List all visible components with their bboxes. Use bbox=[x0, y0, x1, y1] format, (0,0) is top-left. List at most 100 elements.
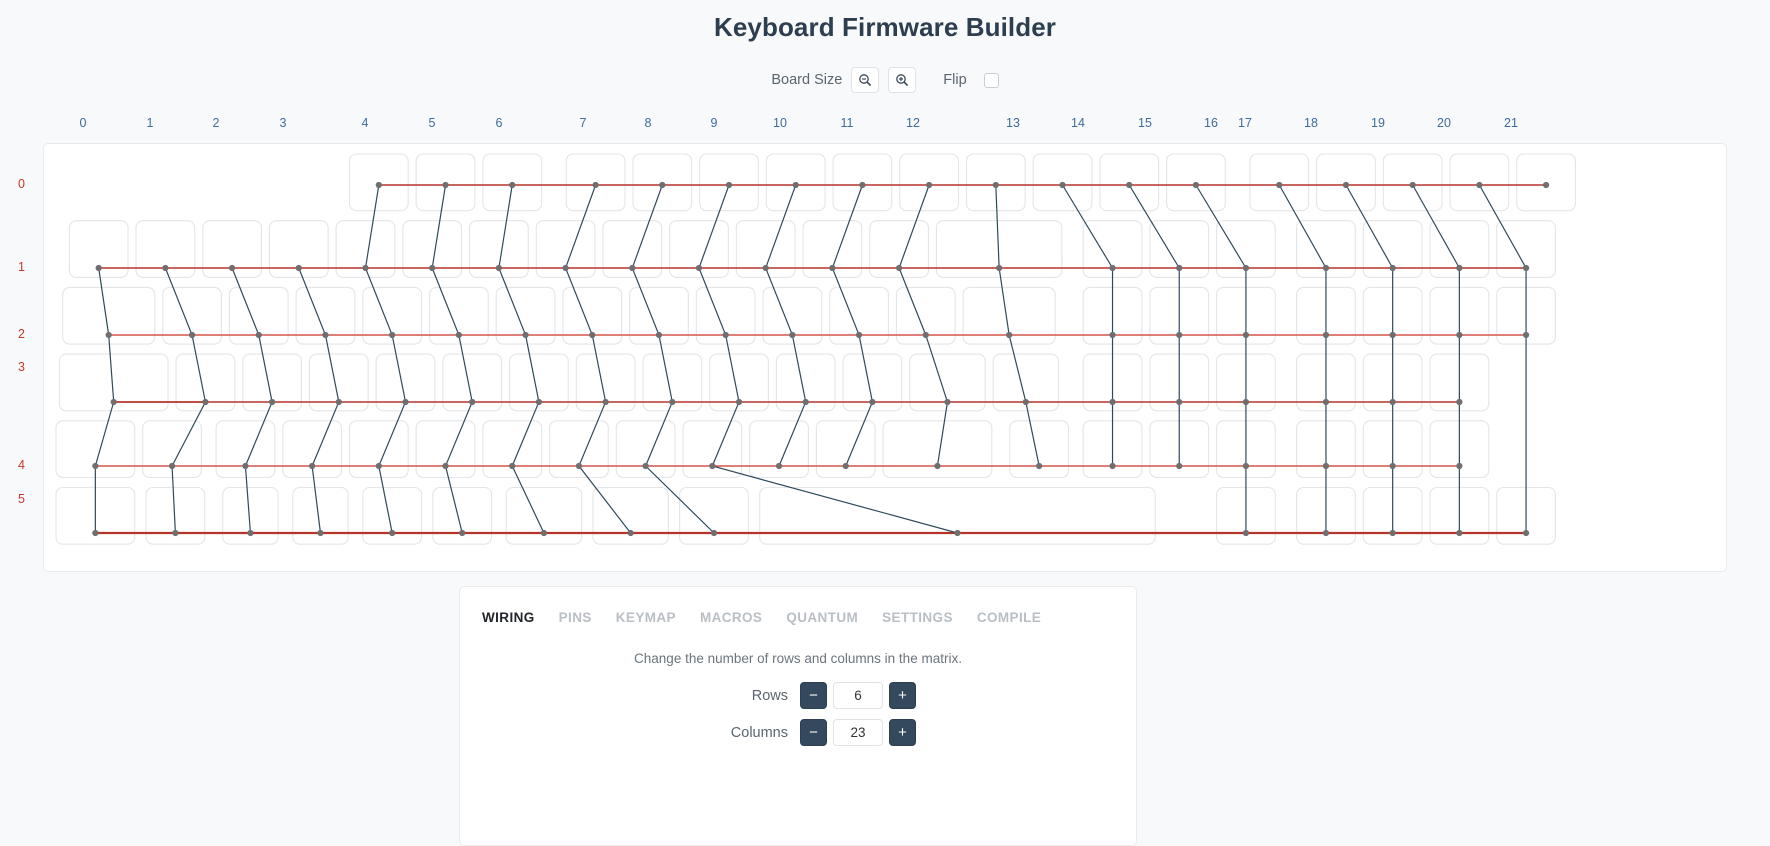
matrix-node bbox=[456, 332, 462, 338]
app-root: Keyboard Firmware Builder Board Size bbox=[0, 0, 1770, 846]
key-outlines bbox=[56, 154, 1575, 544]
column-axis: 0123456789101112131415161718192021 bbox=[0, 116, 1770, 136]
increment-rows-button[interactable]: + bbox=[889, 682, 916, 709]
matrix-node bbox=[736, 399, 742, 405]
matrix-node bbox=[1176, 332, 1182, 338]
matrix-node bbox=[247, 530, 253, 536]
matrix-node bbox=[1323, 530, 1329, 536]
tab-keymap[interactable]: KEYMAP bbox=[616, 606, 688, 629]
matrix-node bbox=[92, 530, 98, 536]
matrix-node bbox=[923, 332, 929, 338]
stepper-label-columns: Columns bbox=[680, 725, 800, 741]
decrement-rows-button[interactable]: − bbox=[800, 682, 827, 709]
rows-value-input[interactable]: 6 bbox=[833, 682, 883, 709]
matrix-node bbox=[1390, 332, 1396, 338]
flip-checkbox[interactable] bbox=[984, 73, 999, 88]
matrix-node bbox=[269, 399, 275, 405]
column-label-19: 19 bbox=[1371, 116, 1385, 130]
matrix-node bbox=[336, 399, 342, 405]
column-label-15: 15 bbox=[1138, 116, 1152, 130]
matrix-node bbox=[856, 332, 862, 338]
matrix-node bbox=[656, 332, 662, 338]
matrix-node bbox=[509, 463, 515, 469]
matrix-node bbox=[1109, 399, 1115, 405]
increment-columns-button[interactable]: + bbox=[889, 719, 916, 746]
matrix-node bbox=[172, 530, 178, 536]
column-label-0: 0 bbox=[80, 116, 87, 130]
column-label-4: 4 bbox=[362, 116, 369, 130]
matrix-size-hint: Change the number of rows and columns in… bbox=[460, 651, 1136, 666]
tab-bar: WIRING PINS KEYMAP MACROS QUANTUM SETTINGS COM… bbox=[460, 587, 1136, 633]
row-label-0: 0 bbox=[18, 177, 25, 191]
row-label-1: 1 bbox=[18, 260, 25, 274]
matrix-node bbox=[189, 332, 195, 338]
matrix-node bbox=[1456, 399, 1462, 405]
matrix-node bbox=[362, 265, 368, 271]
column-label-11: 11 bbox=[841, 116, 854, 130]
matrix-node bbox=[522, 332, 528, 338]
tab-quantum[interactable]: QUANTUM bbox=[786, 606, 870, 629]
decrement-columns-button[interactable]: − bbox=[800, 719, 827, 746]
matrix-node bbox=[829, 265, 835, 271]
matrix-node bbox=[589, 332, 595, 338]
column-label-20: 20 bbox=[1437, 116, 1451, 130]
matrix-node bbox=[469, 399, 475, 405]
board-size-toolbar: Board Size Flip bbox=[0, 65, 1770, 95]
matrix-node bbox=[643, 463, 649, 469]
zoom-out-button[interactable] bbox=[851, 67, 879, 93]
matrix-node bbox=[628, 530, 634, 536]
matrix-node bbox=[1023, 399, 1029, 405]
matrix-node bbox=[1456, 463, 1462, 469]
tab-pins[interactable]: PINS bbox=[559, 606, 604, 629]
matrix-node bbox=[776, 463, 782, 469]
magnifier-plus-icon bbox=[895, 73, 909, 87]
matrix-node bbox=[322, 332, 328, 338]
matrix-node bbox=[859, 182, 865, 188]
matrix-node bbox=[111, 399, 117, 405]
matrix-node bbox=[629, 265, 635, 271]
tab-compile[interactable]: COMPILE bbox=[977, 606, 1053, 629]
column-label-9: 9 bbox=[711, 116, 718, 130]
row-label-4: 4 bbox=[18, 458, 25, 472]
column-label-1: 1 bbox=[147, 116, 154, 130]
matrix-node bbox=[1343, 182, 1349, 188]
matrix-node bbox=[954, 530, 960, 536]
columns-value-input[interactable]: 23 bbox=[833, 719, 883, 746]
matrix-node bbox=[376, 463, 382, 469]
board-size-label: Board Size bbox=[771, 72, 842, 88]
zoom-in-button[interactable] bbox=[888, 67, 916, 93]
matrix-node bbox=[562, 265, 568, 271]
matrix-node bbox=[509, 182, 515, 188]
tab-macros[interactable]: MACROS bbox=[700, 606, 774, 629]
matrix-node bbox=[389, 530, 395, 536]
matrix-board-panel[interactable] bbox=[43, 143, 1727, 572]
matrix-node bbox=[711, 530, 717, 536]
stepper-label-rows: Rows bbox=[680, 688, 800, 704]
stepper-columns: Columns−23+ bbox=[460, 719, 1136, 746]
matrix-node bbox=[1193, 182, 1199, 188]
matrix-node bbox=[593, 182, 599, 188]
row-label-5: 5 bbox=[18, 492, 25, 506]
tab-wiring[interactable]: WIRING bbox=[482, 606, 547, 629]
tab-settings[interactable]: SETTINGS bbox=[882, 606, 965, 629]
matrix-node bbox=[1476, 182, 1482, 188]
matrix-node bbox=[242, 463, 248, 469]
column-label-21: 21 bbox=[1504, 116, 1518, 130]
matrix-node bbox=[169, 463, 175, 469]
matrix-node bbox=[1323, 463, 1329, 469]
matrix-node bbox=[1059, 182, 1065, 188]
matrix-node bbox=[669, 399, 675, 405]
matrix-node bbox=[1243, 332, 1249, 338]
matrix-node bbox=[496, 265, 502, 271]
flip-label: Flip bbox=[943, 72, 966, 88]
matrix-node bbox=[576, 463, 582, 469]
column-label-5: 5 bbox=[429, 116, 436, 130]
matrix-node bbox=[1543, 182, 1549, 188]
matrix-node bbox=[92, 463, 98, 469]
matrix-node bbox=[1109, 463, 1115, 469]
matrix-node bbox=[1323, 265, 1329, 271]
stepper-rows: Rows−6+ bbox=[460, 682, 1136, 709]
matrix-node bbox=[536, 399, 542, 405]
matrix-node bbox=[1126, 182, 1132, 188]
matrix-node bbox=[229, 265, 235, 271]
